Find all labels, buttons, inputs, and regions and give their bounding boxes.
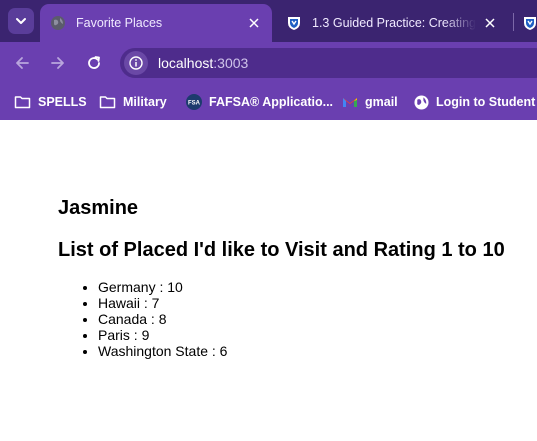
list-item: Hawaii : 7 <box>98 295 227 311</box>
url-text: localhost:3003 <box>158 55 248 71</box>
folder-icon <box>14 96 31 109</box>
url-port: :3003 <box>213 55 249 71</box>
list-item: Paris : 9 <box>98 327 227 343</box>
globe-icon <box>414 94 429 110</box>
tab-guided-practice[interactable]: 1.3 Guided Practice: Creating th <box>276 4 508 42</box>
bookmark-military[interactable]: Military <box>99 92 167 112</box>
shield-favicon-icon <box>288 17 300 30</box>
browser-toolbar: localhost:3003 <box>0 42 537 84</box>
bookmark-label: Login to Student P <box>436 95 537 109</box>
bookmarks-bar: SPELLS Military FSA FAFSA® Applicatio...… <box>0 84 537 120</box>
list-item: Germany : 10 <box>98 279 227 295</box>
close-icon[interactable] <box>482 15 498 31</box>
bookmark-student-portal[interactable]: Login to Student P <box>414 92 537 112</box>
gmail-icon <box>343 98 357 107</box>
list-item: Washington State : 6 <box>98 343 227 359</box>
places-list: Germany : 10 Hawaii : 7 Canada : 8 Paris… <box>58 279 227 359</box>
fsa-icon: FSA <box>186 94 202 110</box>
bookmark-label: gmail <box>365 95 398 109</box>
svg-text:FSA: FSA <box>188 101 201 107</box>
info-icon <box>129 56 143 70</box>
folder-icon <box>99 96 116 109</box>
globe-icon <box>51 16 65 30</box>
person-name-heading: Jasmine <box>58 197 139 219</box>
tab-title: 1.3 Guided Practice: Creating th <box>312 16 476 30</box>
tab-partial[interactable] <box>514 4 537 42</box>
bookmark-gmail[interactable]: gmail <box>342 92 398 112</box>
bookmark-label: FAFSA® Applicatio... <box>209 95 334 109</box>
tab-title: Favorite Places <box>76 16 163 30</box>
list-item: Canada : 8 <box>98 311 227 327</box>
arrow-right-icon <box>51 57 64 69</box>
tab-search-button[interactable] <box>8 8 34 34</box>
url-host: localhost <box>158 55 214 71</box>
arrow-left-icon <box>16 57 29 69</box>
bookmark-label: Military <box>123 95 167 109</box>
page-content: Jasmine List of Placed I'd like to Visit… <box>58 120 537 441</box>
address-bar[interactable]: localhost:3003 <box>120 48 537 78</box>
bookmark-spells[interactable]: SPELLS <box>14 92 87 112</box>
bookmark-fafsa[interactable]: FSA FAFSA® Applicatio... <box>186 92 333 112</box>
close-icon[interactable] <box>246 15 262 31</box>
reload-icon <box>88 56 100 69</box>
chevron-down-icon <box>16 18 26 24</box>
reload-button[interactable] <box>82 51 106 75</box>
tab-favorite-places[interactable]: Favorite Places <box>40 4 272 42</box>
forward-button[interactable] <box>46 51 70 75</box>
tab-strip: Favorite Places 1.3 Guided Practice: Cre… <box>0 0 537 42</box>
site-info-button[interactable] <box>124 51 148 75</box>
back-button[interactable] <box>10 51 34 75</box>
list-title-heading: List of Placed I'd like to Visit and Rat… <box>58 239 505 261</box>
shield-favicon-icon <box>524 17 536 30</box>
bookmark-label: SPELLS <box>38 95 87 109</box>
